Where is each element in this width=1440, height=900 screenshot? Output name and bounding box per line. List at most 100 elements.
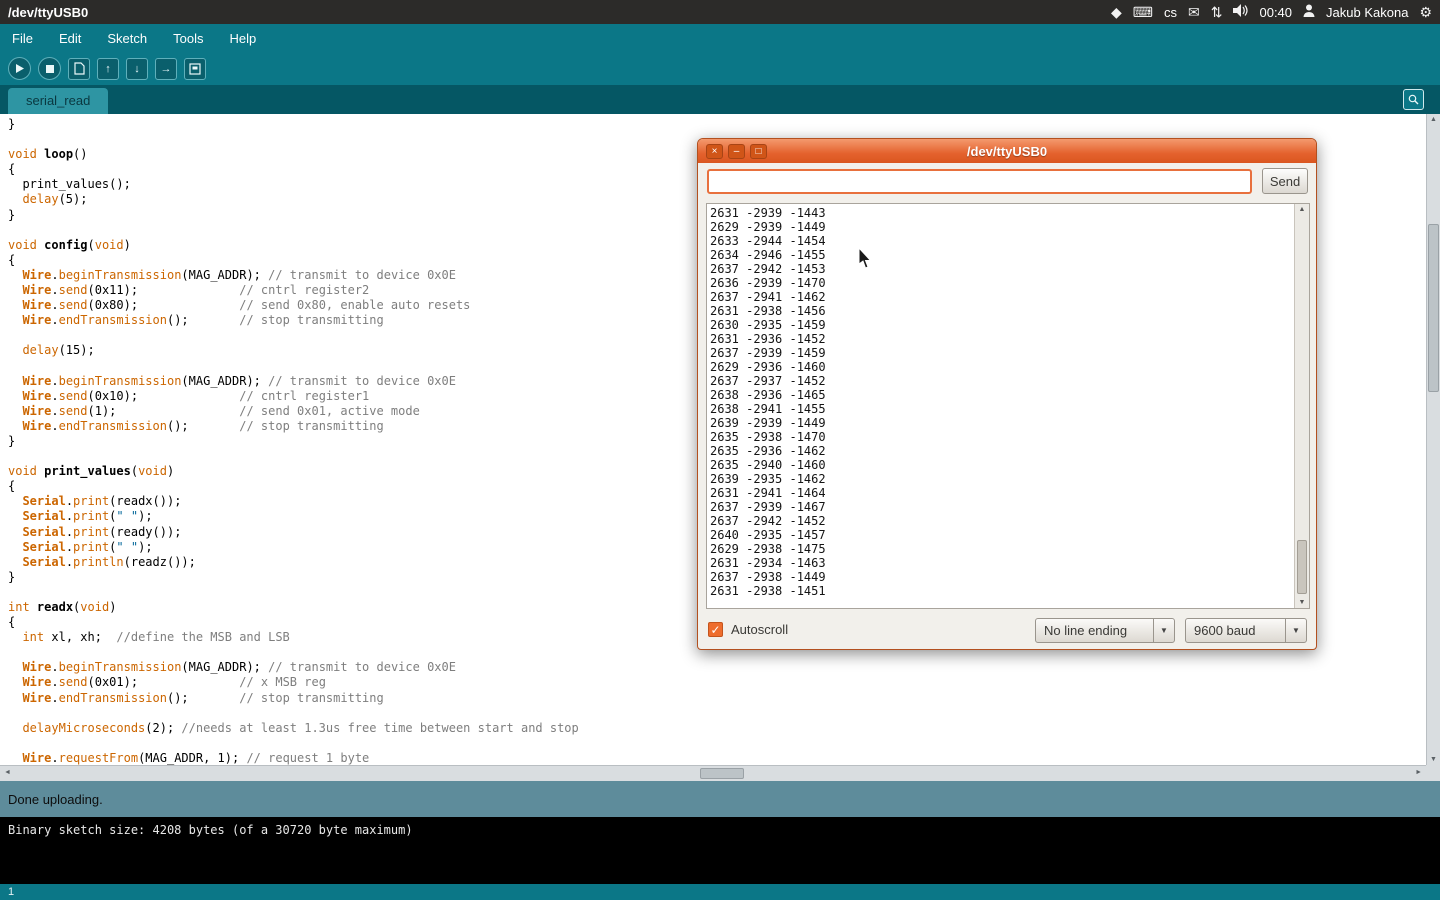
serial-monitor-corner-button[interactable] — [1403, 89, 1424, 110]
save-icon: ↓ — [134, 63, 140, 75]
username-label[interactable]: Jakub Kakona — [1326, 5, 1408, 20]
code-line: Wire.beginTransmission(MAG_ADDR); // tra… — [8, 660, 1426, 675]
serial-output-text: 2631 -2939 -14432629 -2939 -14492633 -29… — [710, 206, 1292, 606]
serial-line: 2637 -2941 -1462 — [710, 290, 1292, 304]
menu-edit[interactable]: Edit — [59, 31, 81, 46]
chevron-down-icon[interactable]: ▼ — [1153, 619, 1174, 642]
serial-line: 2631 -2938 -1456 — [710, 304, 1292, 318]
serial-line: 2635 -2936 -1462 — [710, 444, 1292, 458]
close-icon[interactable]: × — [706, 144, 723, 159]
serial-line: 2638 -2941 -1455 — [710, 402, 1292, 416]
serial-line: 2629 -2936 -1460 — [710, 360, 1292, 374]
serial-line: 2630 -2935 -1459 — [710, 318, 1292, 332]
stop-button[interactable] — [38, 57, 61, 80]
send-button[interactable]: Send — [1262, 168, 1308, 194]
serial-line: 2631 -2938 -1451 — [710, 584, 1292, 598]
indicator-icon[interactable]: ◆ — [1111, 5, 1122, 19]
check-icon: ✓ — [710, 623, 720, 637]
verify-button[interactable] — [8, 57, 31, 80]
serial-line: 2637 -2942 -1452 — [710, 514, 1292, 528]
save-button[interactable]: ↓ — [126, 58, 148, 80]
serial-line: 2637 -2942 -1453 — [710, 262, 1292, 276]
status-bar: Done uploading. — [0, 781, 1440, 817]
scroll-left-icon[interactable]: ◄ — [4, 769, 11, 776]
editor-horizontal-scrollbar[interactable]: ◄ ► — [0, 765, 1426, 781]
editor-vertical-scrollbar[interactable]: ▲ ▼ — [1426, 114, 1440, 765]
serial-line: 2633 -2944 -1454 — [710, 234, 1292, 248]
serial-line: 2631 -2934 -1463 — [710, 556, 1292, 570]
minimize-icon[interactable]: – — [728, 144, 745, 159]
menubar: File Edit Sketch Tools Help — [0, 24, 1440, 52]
code-line — [8, 706, 1426, 721]
upload-button[interactable]: → — [155, 58, 177, 80]
menu-file[interactable]: File — [12, 31, 33, 46]
upload-icon: → — [161, 63, 172, 75]
serial-line: 2638 -2936 -1465 — [710, 388, 1292, 402]
menu-help[interactable]: Help — [229, 31, 256, 46]
serial-monitor-button[interactable] — [184, 58, 206, 80]
serial-line: 2635 -2938 -1470 — [710, 430, 1292, 444]
session-gear-icon[interactable]: ⚙ — [1419, 5, 1432, 19]
clock[interactable]: 00:40 — [1259, 5, 1292, 20]
volume-icon[interactable] — [1233, 4, 1248, 20]
line-ending-value: No line ending — [1036, 623, 1153, 638]
serial-output-scrollbar[interactable]: ▲ ▼ — [1294, 204, 1309, 608]
ide-header: File Edit Sketch Tools Help ↑ ↓ → — [0, 24, 1440, 85]
serial-line: 2629 -2938 -1475 — [710, 542, 1292, 556]
desktop-panel: /dev/ttyUSB0 ◆ ⌨ cs ✉ ⇅ 00:40 Jakub Kako… — [0, 0, 1440, 24]
code-line: Wire.send(0x01); // x MSB reg — [8, 675, 1426, 690]
maximize-icon[interactable]: □ — [750, 144, 767, 159]
serial-send-input[interactable] — [707, 169, 1252, 194]
editor-hscroll-thumb[interactable] — [700, 768, 744, 779]
scroll-up-icon[interactable]: ▲ — [1295, 206, 1309, 213]
open-button[interactable]: ↑ — [97, 58, 119, 80]
scroll-down-icon[interactable]: ▼ — [1427, 756, 1440, 763]
line-number: 1 — [8, 886, 14, 898]
line-ending-dropdown[interactable]: No line ending ▼ — [1035, 618, 1175, 643]
serial-line: 2636 -2939 -1470 — [710, 276, 1292, 290]
serial-line: 2631 -2936 -1452 — [710, 332, 1292, 346]
build-console: Binary sketch size: 4208 bytes (of a 307… — [0, 817, 1440, 884]
toolbar: ↑ ↓ → — [0, 52, 1440, 85]
code-line: Wire.endTransmission(); // stop transmit… — [8, 691, 1426, 706]
serial-line: 2637 -2937 -1452 — [710, 374, 1292, 388]
keyboard-icon[interactable]: ⌨ — [1133, 5, 1153, 19]
baud-rate-dropdown[interactable]: 9600 baud ▼ — [1185, 618, 1307, 643]
autoscroll-checkbox[interactable]: ✓ — [708, 622, 723, 637]
user-icon — [1303, 4, 1315, 20]
open-icon: ↑ — [105, 63, 111, 75]
serial-scroll-thumb[interactable] — [1297, 540, 1307, 594]
code-line: } — [8, 117, 1426, 132]
code-line — [8, 736, 1426, 751]
serial-line: 2634 -2946 -1455 — [710, 248, 1292, 262]
serial-monitor-window: × – □ /dev/ttyUSB0 Send 2631 -2939 -1443… — [697, 138, 1317, 650]
mail-icon[interactable]: ✉ — [1188, 5, 1200, 19]
panel-indicators: ◆ ⌨ cs ✉ ⇅ 00:40 Jakub Kakona ⚙ — [1111, 4, 1432, 20]
new-sketch-button[interactable] — [68, 58, 90, 80]
tab-serial-read[interactable]: serial_read — [8, 88, 108, 114]
network-icon[interactable]: ⇅ — [1211, 5, 1223, 19]
code-line: Wire.requestFrom(MAG_ADDR, 1); // reques… — [8, 751, 1426, 765]
window-controls: × – □ — [706, 144, 767, 159]
menu-sketch[interactable]: Sketch — [107, 31, 147, 46]
console-text: Binary sketch size: 4208 bytes (of a 307… — [8, 823, 413, 837]
serial-line: 2637 -2939 -1467 — [710, 500, 1292, 514]
serial-monitor-title: /dev/ttyUSB0 — [698, 144, 1316, 159]
serial-line: 2631 -2939 -1443 — [710, 206, 1292, 220]
scroll-down-icon[interactable]: ▼ — [1295, 599, 1309, 606]
serial-monitor-titlebar[interactable]: × – □ /dev/ttyUSB0 — [698, 139, 1316, 163]
stop-icon — [46, 65, 54, 73]
editor-vscroll-thumb[interactable] — [1428, 224, 1439, 392]
tab-strip: serial_read — [0, 85, 1440, 114]
menu-tools[interactable]: Tools — [173, 31, 203, 46]
scroll-up-icon[interactable]: ▲ — [1427, 116, 1440, 123]
chevron-down-icon[interactable]: ▼ — [1285, 619, 1306, 642]
serial-output-area[interactable]: 2631 -2939 -14432629 -2939 -14492633 -29… — [706, 203, 1310, 609]
serial-line: 2635 -2940 -1460 — [710, 458, 1292, 472]
scroll-right-icon[interactable]: ► — [1415, 769, 1422, 776]
serial-line: 2631 -2941 -1464 — [710, 486, 1292, 500]
keyboard-layout-label[interactable]: cs — [1164, 5, 1177, 20]
scrollbar-corner — [1426, 765, 1440, 781]
autoscroll-label[interactable]: Autoscroll — [731, 622, 788, 637]
serial-line: 2640 -2935 -1457 — [710, 528, 1292, 542]
